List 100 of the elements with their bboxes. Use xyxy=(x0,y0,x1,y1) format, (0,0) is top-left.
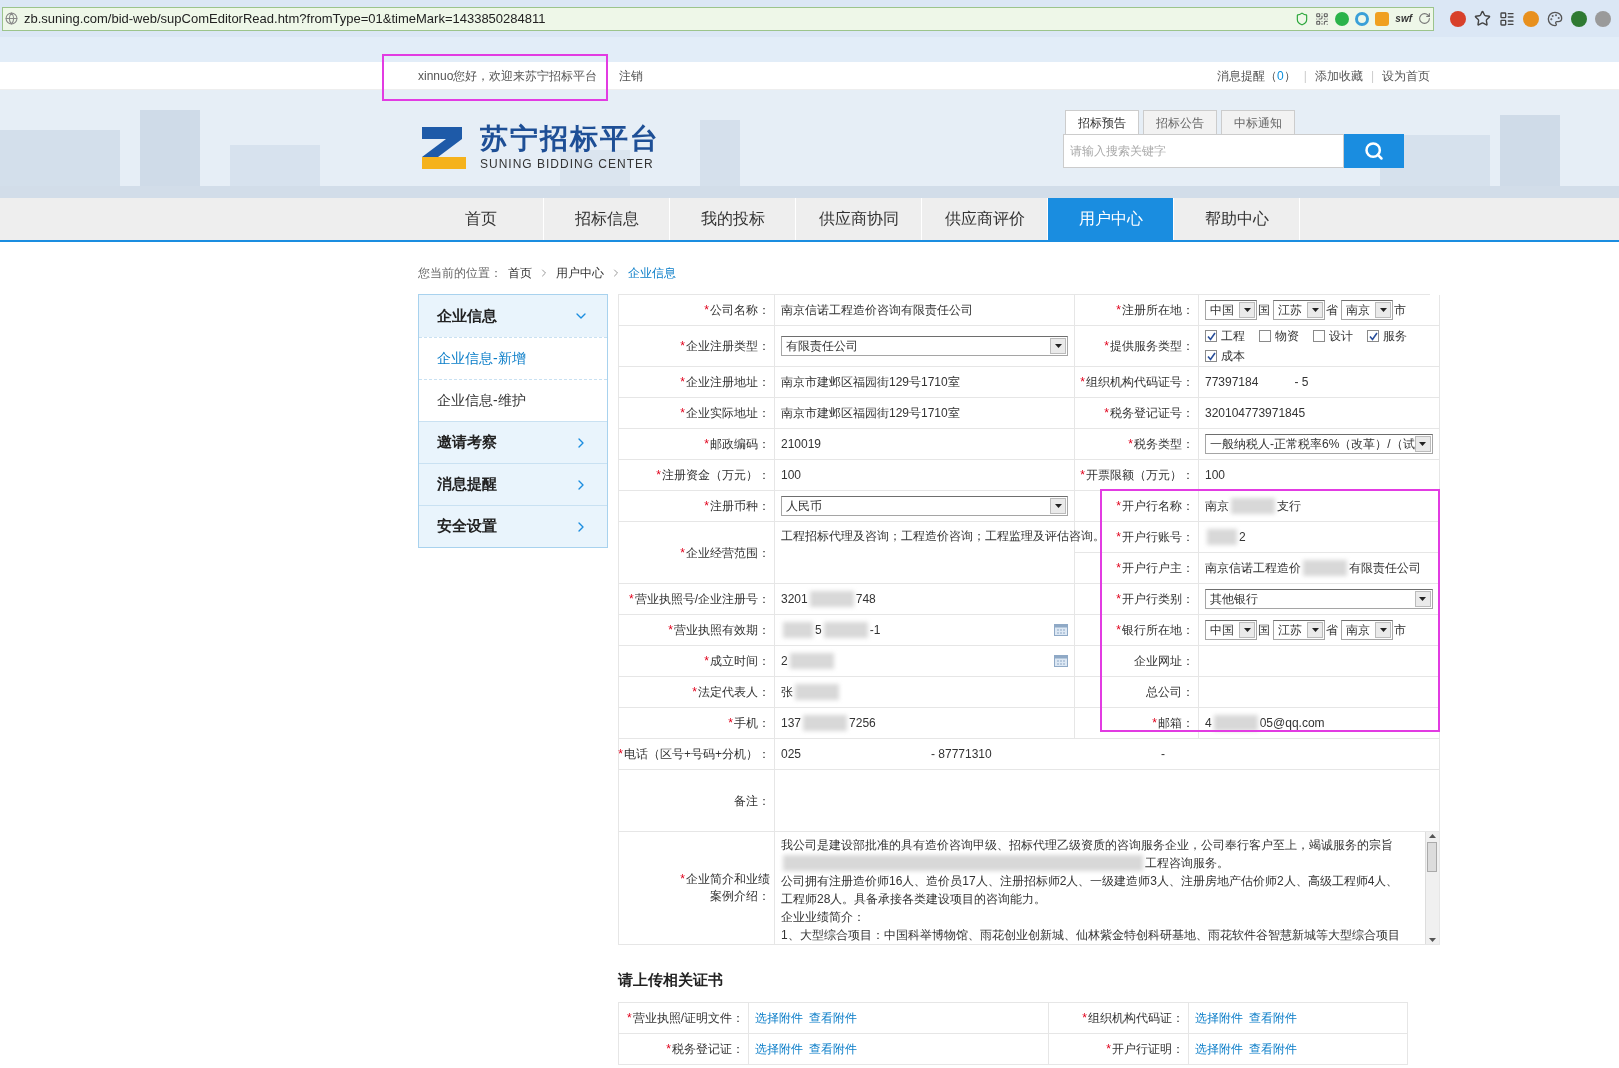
intro-textarea[interactable]: 我公司是建设部批准的具有造价咨询甲级、招标代理乙级资质的咨询服务企业，公司奉行客户至上，竭诚服务的宗旨 工程咨询服务。 公司拥有注册造价师16人、造价员17人、注册招标师2人、一级建造师3人、注册房地产估价师2人、高级工程师4人、 工程师28人。具备承接各类建设项目的咨询能力。 企业业绩简介： 1、大型综合项目：中国科举博物馆、雨花创业创新城、仙林紫金特创科研基地、雨花软件谷智慧新城等大型综合项目 xyxy=(775,832,1425,944)
field-suffix: 市 xyxy=(1394,622,1406,639)
required-mark: * xyxy=(656,468,661,482)
sidebar-item[interactable]: 企业信息-维护 xyxy=(419,379,607,421)
field-value: 南京信诺工程造价咨询有限责任公司 xyxy=(781,302,973,319)
required-mark: * xyxy=(1104,406,1109,420)
scrollbar-thumb[interactable] xyxy=(1427,842,1438,872)
checkbox[interactable] xyxy=(1205,330,1217,342)
field-label: *组织机构代码证： xyxy=(1082,1009,1184,1027)
breadcrumb-link[interactable]: 用户中心 xyxy=(556,264,604,282)
search-tab[interactable]: 招标公告 xyxy=(1143,110,1217,134)
search-button[interactable] xyxy=(1344,134,1404,168)
sidebar-group[interactable]: 邀请考察 xyxy=(419,421,607,463)
checkbox[interactable] xyxy=(1313,330,1325,342)
field-label: *税务登记证： xyxy=(666,1040,744,1058)
nav-tab[interactable]: 首页 xyxy=(418,198,544,240)
sidebar-group[interactable]: 企业信息 xyxy=(419,295,607,337)
checkbox[interactable] xyxy=(1259,330,1271,342)
logout-link[interactable]: 注销 xyxy=(619,66,644,85)
required-mark: * xyxy=(680,375,685,389)
extension-icon[interactable] xyxy=(1355,11,1370,26)
sidebar-item[interactable]: 企业信息-新增 xyxy=(419,337,607,379)
field-value: 210019 xyxy=(781,436,822,453)
required-mark: * xyxy=(1116,623,1121,637)
select-field[interactable]: 人民币 xyxy=(781,496,1068,516)
favorite-link[interactable]: 添加收藏 xyxy=(1314,66,1363,85)
checkbox-option[interactable]: 服务 xyxy=(1367,327,1407,345)
required-mark: * xyxy=(1080,468,1085,482)
choose-file-link[interactable]: 选择附件 xyxy=(755,1039,803,1058)
palette-icon[interactable] xyxy=(1547,10,1563,27)
nav-tab[interactable]: 招标信息 xyxy=(544,198,670,240)
star-icon[interactable] xyxy=(1474,10,1491,27)
address-bar[interactable]: zb.suning.com/bid-web/supComEditorRead.htm?fromType=01&timeMark=1433850284811 swf xyxy=(2,6,1434,31)
refresh-icon[interactable] xyxy=(1418,12,1431,25)
search-tab[interactable]: 中标通知 xyxy=(1221,110,1295,134)
required-mark: * xyxy=(728,716,733,730)
nav-tab[interactable]: 供应商协同 xyxy=(796,198,922,240)
text-line: 1、大型综合项目：中国科举博物馆、雨花创业创新城、仙林紫金特创科研基地、雨花软件谷智慧新城等大型综合项目 xyxy=(781,927,1400,944)
scroll-up-icon[interactable] xyxy=(1428,834,1436,838)
checkbox-option[interactable]: 设计 xyxy=(1313,327,1353,345)
required-mark: * xyxy=(680,545,685,560)
field-label: *营业执照/证明文件： xyxy=(627,1009,744,1027)
view-file-link[interactable]: 查看附件 xyxy=(809,1039,857,1058)
text-line: 工程咨询服务。 xyxy=(1145,855,1229,872)
select-field[interactable]: 中国 xyxy=(1205,300,1257,320)
field-suffix: 省 xyxy=(1326,622,1338,639)
select-field[interactable]: 南京 xyxy=(1341,300,1393,320)
extension-icon[interactable] xyxy=(1571,10,1587,27)
choose-file-link[interactable]: 选择附件 xyxy=(755,1008,803,1027)
qr-icon[interactable] xyxy=(1315,11,1330,26)
swf-label[interactable]: swf xyxy=(1395,11,1412,26)
nav-tab[interactable]: 我的投标 xyxy=(670,198,796,240)
checkbox-option[interactable]: 工程 xyxy=(1205,327,1245,345)
sidebar-group[interactable]: 消息提醒 xyxy=(419,463,607,505)
required-mark: * xyxy=(1116,303,1121,317)
required-mark: * xyxy=(680,872,685,886)
scroll-down-icon[interactable] xyxy=(1428,938,1436,942)
messages-link[interactable]: 消息提醒（0） xyxy=(1217,66,1296,85)
field-suffix: 市 xyxy=(1394,302,1406,319)
select-field[interactable]: 有限责任公司 xyxy=(781,336,1068,356)
field-suffix: 国 xyxy=(1258,302,1270,319)
select-field[interactable]: 中国 xyxy=(1205,620,1257,640)
select-field[interactable]: 一般纳税人-正常税率6%（改革）/（试 xyxy=(1205,434,1433,454)
redaction-blur xyxy=(803,715,848,731)
field-suffix: 国 xyxy=(1258,622,1270,639)
field-value: - 87771310 xyxy=(931,746,993,763)
view-file-link[interactable]: 查看附件 xyxy=(1249,1039,1297,1058)
view-file-link[interactable]: 查看附件 xyxy=(809,1008,857,1027)
checkbox[interactable] xyxy=(1205,350,1217,362)
nav-tab[interactable]: 用户中心 xyxy=(1048,198,1174,240)
url-text: zb.suning.com/bid-web/supComEditorRead.htm?fromType=01&timeMark=1433850284811 xyxy=(24,9,547,28)
homepage-link[interactable]: 设为首页 xyxy=(1382,66,1430,85)
sidebar-group[interactable]: 安全设置 xyxy=(419,505,607,547)
list-icon[interactable] xyxy=(1499,10,1515,27)
breadcrumb-link[interactable]: 企业信息 xyxy=(628,264,676,282)
scrollbar[interactable] xyxy=(1424,832,1439,944)
checkbox-option[interactable]: 成本 xyxy=(1205,347,1245,365)
redaction-blur xyxy=(1303,560,1347,576)
separator-text: | xyxy=(1370,67,1374,85)
select-field[interactable]: 江苏 xyxy=(1273,300,1325,320)
remark-field[interactable] xyxy=(775,770,1440,832)
choose-file-link[interactable]: 选择附件 xyxy=(1195,1008,1243,1027)
search-field[interactable]: 请输入搜索关键字 xyxy=(1063,134,1344,168)
breadcrumb-link[interactable]: 首页 xyxy=(508,264,532,282)
view-file-link[interactable]: 查看附件 xyxy=(1249,1008,1297,1027)
required-mark: * xyxy=(1152,716,1157,730)
select-field[interactable]: 江苏 xyxy=(1273,620,1325,640)
field-value: 2 xyxy=(1239,529,1246,546)
select-field[interactable]: 其他银行 xyxy=(1205,589,1433,609)
choose-file-link[interactable]: 选择附件 xyxy=(1195,1039,1243,1058)
search-tab[interactable]: 招标预告 xyxy=(1065,110,1139,134)
nav-tab[interactable]: 帮助中心 xyxy=(1174,198,1300,240)
extension-icon[interactable] xyxy=(1450,10,1466,27)
select-field[interactable]: 南京 xyxy=(1341,620,1393,640)
field-value: 南京 xyxy=(1205,498,1229,515)
breadcrumb-prefix: 您当前的位置： xyxy=(418,265,502,282)
shield-icon[interactable] xyxy=(1295,11,1310,26)
checkbox[interactable] xyxy=(1367,330,1379,342)
checkbox-option[interactable]: 物资 xyxy=(1259,327,1299,345)
section-title: 请上传相关证书 xyxy=(618,970,724,990)
